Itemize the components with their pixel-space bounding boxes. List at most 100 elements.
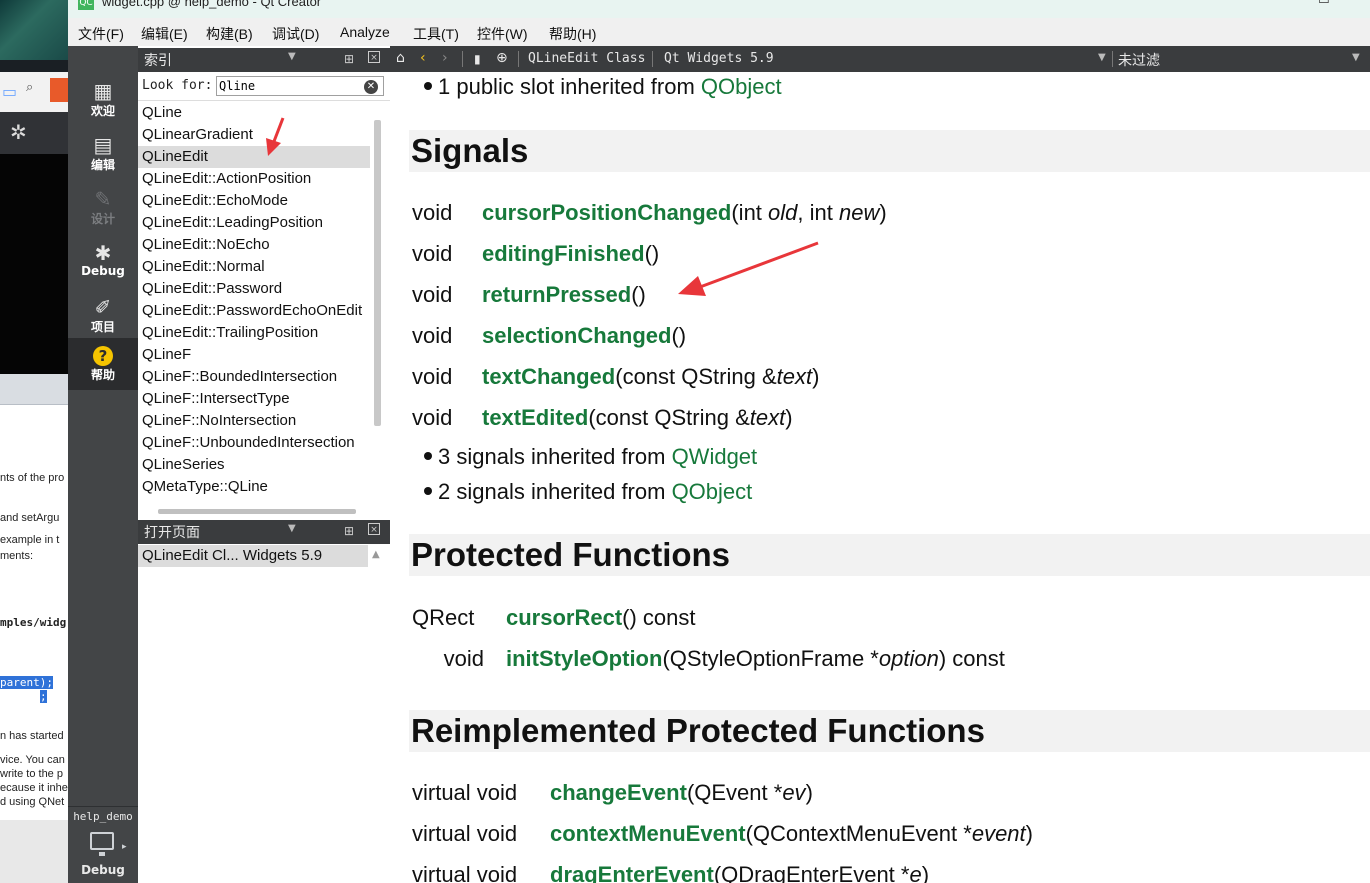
index-item[interactable]: QLineEdit::PasswordEchoOnEdit: [138, 300, 370, 322]
doc-link[interactable]: QObject: [701, 74, 782, 99]
mode-debug[interactable]: ✱ Debug: [68, 242, 138, 278]
dropdown-arrow-icon[interactable]: ▼: [288, 523, 296, 534]
mode-help[interactable]: ? 帮助: [68, 338, 138, 390]
open-pages-title[interactable]: 打开页面: [144, 522, 200, 542]
signal-link[interactable]: cursorPositionChanged: [482, 200, 731, 225]
scroll-up-icon[interactable]: ▲: [372, 549, 380, 560]
bg-code-selected: ;: [40, 690, 47, 703]
function-link[interactable]: cursorRect: [506, 605, 622, 630]
signal-link[interactable]: returnPressed: [482, 282, 631, 307]
index-item[interactable]: QLineF::UnboundedIntersection: [138, 432, 370, 454]
mode-design[interactable]: ✎ 设计: [68, 188, 138, 227]
menu-edit[interactable]: 编辑(E): [141, 24, 188, 44]
wrench-icon: ✐: [94, 295, 112, 319]
split-icon[interactable]: ⊞: [344, 52, 354, 66]
document-icon: ▤: [93, 133, 113, 157]
doc-link[interactable]: QWidget: [672, 444, 758, 469]
index-item[interactable]: QLineEdit::Password: [138, 278, 370, 300]
open-page-item[interactable]: QLineEdit Cl... Widgets 5.9: [138, 545, 368, 567]
index-vertical-scrollbar[interactable]: [374, 120, 381, 426]
bullet-dot: [424, 452, 432, 461]
index-item[interactable]: QLineEdit::LeadingPosition: [138, 212, 370, 234]
clear-search-icon[interactable]: ✕: [364, 80, 378, 94]
folder-icon: ▭: [2, 82, 18, 101]
maximize-icon[interactable]: ☐: [1318, 0, 1330, 7]
help-icon: ?: [93, 346, 113, 366]
index-pane: 索引 ▼ ⊞ × Look for: ✕ QLine QLinearGradie…: [138, 46, 391, 883]
function-link[interactable]: contextMenuEvent: [550, 821, 746, 846]
index-item[interactable]: QLineF: [138, 344, 370, 366]
qt-creator-logo-icon: QC: [78, 0, 94, 10]
index-item[interactable]: QLine: [138, 102, 370, 124]
function-link[interactable]: dragEnterEvent: [550, 862, 714, 883]
signal-return-type: void: [412, 405, 453, 430]
kit-project-name[interactable]: help_demo: [68, 810, 138, 823]
function-link[interactable]: initStyleOption: [506, 646, 662, 671]
index-item[interactable]: QLineEdit::EchoMode: [138, 190, 370, 212]
open-pages-list: QLineEdit Cl... Widgets 5.9 ▲: [138, 545, 390, 875]
menu-help[interactable]: 帮助(H): [549, 24, 596, 44]
look-for-bar: Look for: ✕: [138, 72, 390, 101]
signal-link[interactable]: editingFinished: [482, 241, 645, 266]
bg-text: write to the p: [0, 768, 63, 780]
signal-link[interactable]: selectionChanged: [482, 323, 671, 348]
doc-dropdown-icon[interactable]: ▼: [1098, 52, 1106, 63]
doc-content: 1 public slot inherited from QObject Sig…: [390, 72, 1370, 883]
split-icon[interactable]: ⊞: [344, 524, 354, 538]
kit-build-config[interactable]: Debug: [68, 863, 138, 877]
index-search-input[interactable]: [216, 76, 384, 96]
index-item[interactable]: QLineEdit::Normal: [138, 256, 370, 278]
dropdown-arrow-icon[interactable]: ▼: [288, 51, 296, 62]
menu-widgets[interactable]: 控件(W): [477, 24, 528, 44]
minimize-icon[interactable]: —: [1262, 0, 1275, 7]
mode-projects[interactable]: ✐ 项目: [68, 296, 138, 335]
doc-bullet: 1 public slot inherited from QObject: [424, 74, 782, 100]
close-pane-icon[interactable]: ×: [368, 51, 380, 63]
home-icon[interactable]: ⌂: [396, 50, 405, 66]
menu-tools[interactable]: 工具(T): [413, 24, 459, 44]
signal-return-type: void: [412, 364, 453, 389]
filter-select[interactable]: 未过滤: [1118, 50, 1160, 70]
index-list: QLine QLinearGradient QLineEdit QLineEdi…: [138, 102, 370, 500]
doc-link[interactable]: QObject: [672, 479, 753, 504]
background-document: nts of the pro and setArgu example in t …: [0, 374, 68, 824]
bg-text: ments:: [0, 550, 34, 562]
function-link[interactable]: changeEvent: [550, 780, 687, 805]
menu-file[interactable]: 文件(F): [78, 24, 124, 44]
bookmark-icon[interactable]: ▮: [474, 52, 481, 66]
signal-link[interactable]: textEdited: [482, 405, 588, 430]
back-icon[interactable]: ‹: [420, 50, 426, 66]
index-item[interactable]: QLineF::NoIntersection: [138, 410, 370, 432]
forward-icon[interactable]: ›: [442, 50, 448, 66]
menu-analyze[interactable]: Analyze: [340, 24, 390, 40]
index-item[interactable]: QLineSeries: [138, 454, 370, 476]
bullet-dot: [424, 82, 432, 91]
index-pane-title[interactable]: 索引: [144, 50, 172, 70]
menu-debug[interactable]: 调试(D): [272, 24, 319, 44]
menu-build[interactable]: 构建(B): [206, 24, 253, 44]
mode-separator: [68, 806, 138, 807]
mode-welcome[interactable]: ▦ 欢迎: [68, 80, 138, 119]
index-item[interactable]: QLineEdit::NoEcho: [138, 234, 370, 256]
index-item[interactable]: QMetaType::QLine: [138, 476, 370, 498]
bug-icon: ✱: [94, 241, 112, 265]
grid-icon: ▦: [93, 79, 113, 103]
index-item[interactable]: QLineF::IntersectType: [138, 388, 370, 410]
toolbar-separator: [462, 51, 463, 67]
filter-dropdown-icon[interactable]: ▼: [1352, 52, 1360, 63]
monitor-icon[interactable]: [90, 832, 114, 856]
mode-edit[interactable]: ▤ 编辑: [68, 134, 138, 173]
close-pane-icon[interactable]: ×: [368, 523, 380, 535]
signal-link[interactable]: textChanged: [482, 364, 615, 389]
index-item[interactable]: QLineEdit::TrailingPosition: [138, 322, 370, 344]
globe-icon[interactable]: ⊕: [496, 50, 508, 66]
bg-text: nts of the pro: [0, 472, 65, 484]
bg-text: vice. You can: [0, 754, 65, 766]
index-item[interactable]: QLinearGradient: [138, 124, 370, 146]
index-item[interactable]: QLineF::BoundedIntersection: [138, 366, 370, 388]
index-horizontal-scrollbar[interactable]: [158, 509, 356, 514]
chevron-right-icon: ▸: [122, 842, 127, 852]
index-item[interactable]: QLineEdit::ActionPosition: [138, 168, 370, 190]
index-item-selected[interactable]: QLineEdit: [138, 146, 370, 168]
window-title: widget.cpp @ help_demo - Qt Creator: [102, 0, 322, 9]
